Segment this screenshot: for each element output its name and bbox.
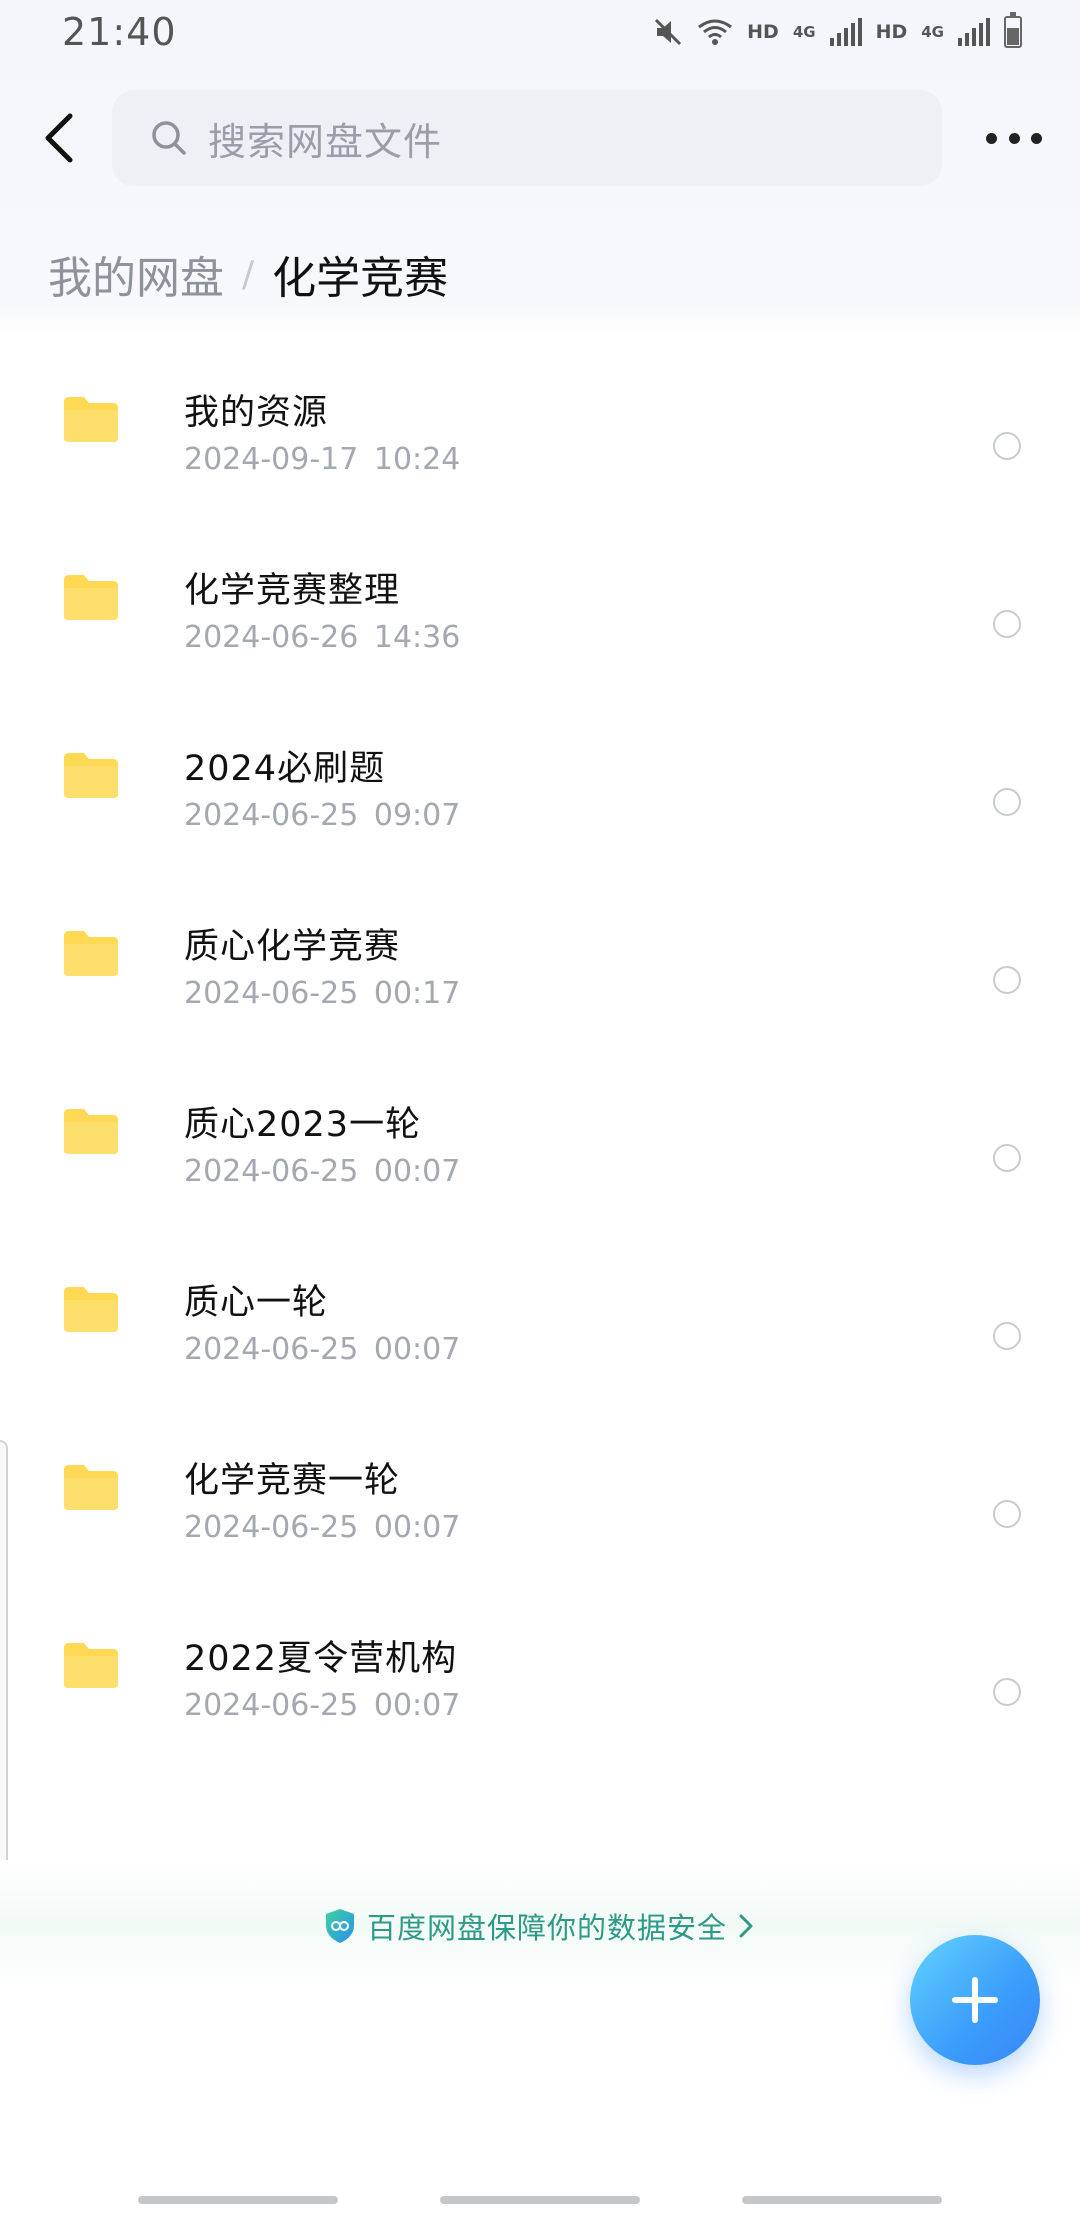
file-name: 2022夏令营机构 [184,1639,458,1679]
select-checkbox[interactable] [993,610,1021,638]
file-list: 我的资源 2024-09-17 10:24 化学竞赛整理 2024-06-26 … [0,336,1080,1856]
select-checkbox[interactable] [993,966,1021,994]
list-item[interactable]: 质心2023一轮 2024-06-25 00:07 [0,1048,1080,1226]
shield-icon [325,1909,354,1943]
breadcrumb-current: 化学竞赛 [272,253,449,304]
folder-icon [64,397,118,442]
back-button[interactable] [36,110,84,166]
signal-icon [958,18,990,46]
status-bar: 21:40 HD 4G HD 4G [0,0,1080,64]
file-date: 2024-06-26 14:36 [184,620,461,655]
signal-icon [829,18,862,46]
folder-icon [64,753,118,798]
file-date: 2024-06-25 00:07 [184,1154,461,1189]
hd-label-2: HD [875,21,908,43]
select-checkbox[interactable] [993,1678,1021,1706]
file-name: 质心化学竞赛 [184,927,401,967]
list-item[interactable]: 2022夏令营机构 2024-06-25 00:07 [0,1582,1080,1760]
network-label-2: 4G [921,22,944,41]
security-banner[interactable]: 百度网盘保障你的数据安全 [0,1900,1080,1952]
file-date: 2024-06-25 00:17 [184,976,461,1011]
file-date: 2024-06-25 00:07 [184,1510,461,1545]
hd-label-1: HD [747,21,779,43]
nav-gesture-bar[interactable] [138,2196,338,2204]
select-checkbox[interactable] [993,1500,1021,1528]
select-checkbox[interactable] [993,1144,1021,1172]
folder-icon [64,575,118,620]
list-item[interactable]: 化学竞赛一轮 2024-06-25 00:07 [0,1404,1080,1582]
file-date: 2024-09-17 10:24 [184,442,461,477]
select-checkbox[interactable] [993,788,1021,816]
page: 21:40 HD 4G HD 4G 搜索网盘文件 我的网盘 / 化学竞赛 我的资… [0,0,1080,2220]
nav-gesture-bar[interactable] [742,2196,942,2204]
list-item[interactable]: 我的资源 2024-09-17 10:24 [0,336,1080,514]
search-icon [152,121,186,155]
file-name: 化学竞赛整理 [184,571,401,611]
breadcrumb-root[interactable]: 我的网盘 [48,242,224,306]
file-name: 我的资源 [184,393,329,433]
breadcrumb: 我的网盘 / 化学竞赛 [48,244,448,304]
search-input[interactable]: 搜索网盘文件 [112,90,942,186]
nav-gesture-bar[interactable] [440,2196,640,2204]
security-text: 百度网盘保障你的数据安全 [366,1911,727,1945]
breadcrumb-separator: / [242,253,255,295]
file-date: 2024-06-25 09:07 [184,798,461,833]
file-name: 质心一轮 [184,1283,329,1323]
select-checkbox[interactable] [993,432,1021,460]
folder-icon [64,1465,118,1510]
folder-icon [64,1643,118,1688]
select-checkbox[interactable] [993,1322,1021,1350]
list-item[interactable]: 化学竞赛整理 2024-06-26 14:36 [0,514,1080,692]
file-name: 2024必刷题 [184,749,386,789]
list-item[interactable]: 质心一轮 2024-06-25 00:07 [0,1226,1080,1404]
search-placeholder: 搜索网盘文件 [208,119,443,164]
status-icons: HD 4G HD 4G [653,12,1022,52]
list-item[interactable]: 2024必刷题 2024-06-25 09:07 [0,692,1080,870]
more-button[interactable] [986,126,1042,150]
wifi-icon [698,19,733,45]
status-time: 21:40 [62,10,177,54]
mute-icon [655,18,682,46]
add-button[interactable] [910,1935,1040,2065]
more-horizontal-icon [986,132,997,144]
file-date: 2024-06-25 00:07 [184,1688,461,1723]
edge-panel-handle[interactable] [0,1440,8,1870]
battery-icon [1004,12,1022,48]
chevron-right-icon [739,1914,753,1938]
folder-icon [64,931,118,976]
file-date: 2024-06-25 00:07 [184,1332,461,1367]
folder-icon [64,1287,118,1332]
list-item[interactable]: 质心化学竞赛 2024-06-25 00:17 [0,870,1080,1048]
network-label-1: 4G [792,22,816,41]
chevron-left-icon [45,113,73,163]
file-name: 质心2023一轮 [184,1105,422,1145]
folder-icon [64,1109,118,1154]
file-name: 化学竞赛一轮 [184,1461,401,1501]
